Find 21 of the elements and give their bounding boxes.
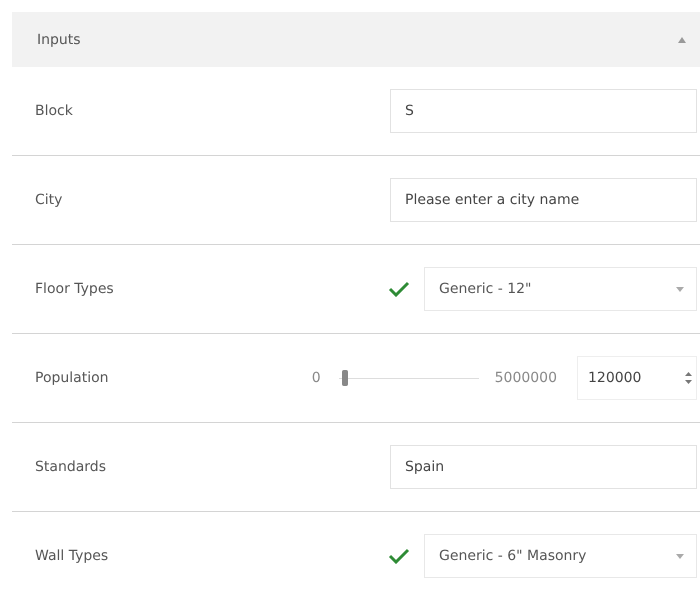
field-label: Wall Types (35, 548, 110, 564)
text-field[interactable]: S (390, 89, 697, 133)
field-label: Block (35, 103, 74, 119)
text-field[interactable]: Spain (390, 445, 697, 489)
text-field[interactable]: Please enter a city name (390, 178, 697, 222)
field-label: City (35, 192, 64, 208)
slider-max-label: 5000000 (494, 370, 557, 386)
field-label: Standards (35, 459, 107, 475)
spinner-icon (685, 371, 692, 385)
dropdown[interactable]: Generic - 12" (424, 267, 697, 311)
collapse-caret-icon[interactable] (678, 36, 686, 42)
slider[interactable] (338, 368, 479, 388)
field-label: Floor Types (35, 281, 115, 297)
dropdown-arrow-icon (676, 286, 684, 292)
slider-min-label: 0 (312, 370, 321, 386)
field-label: Population (35, 370, 110, 386)
number-field[interactable]: 120000 (577, 356, 697, 400)
dropdown-arrow-icon (676, 554, 684, 558)
panel-header[interactable]: Inputs (12, 12, 700, 67)
dropdown[interactable]: Generic - 6" Masonry (424, 534, 697, 578)
slider-thumb[interactable] (342, 370, 348, 386)
